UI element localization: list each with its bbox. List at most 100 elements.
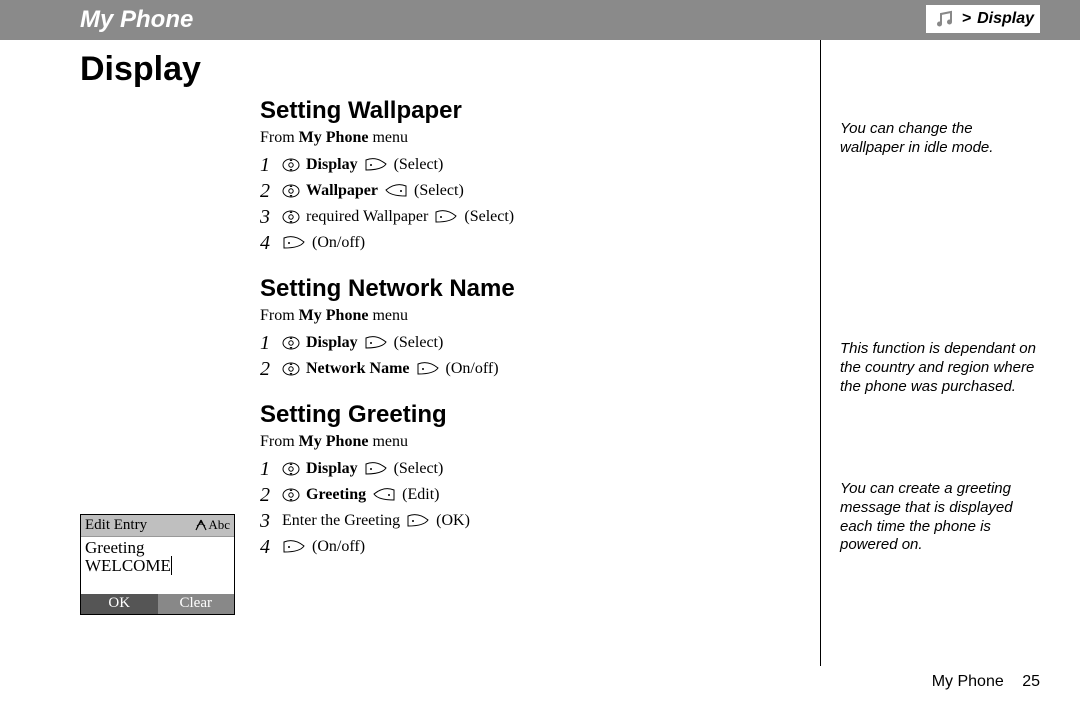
phone-softkeys: OK Clear	[81, 594, 234, 614]
left-softkey-icon	[282, 236, 306, 250]
step-2: 2 Network Name (On/off)	[260, 357, 770, 381]
from-bold: My Phone	[299, 433, 369, 450]
music-note-icon	[932, 7, 956, 31]
step-num: 2	[260, 358, 276, 381]
step-num: 4	[260, 232, 276, 255]
from-bold: My Phone	[299, 129, 369, 146]
left-softkey-icon	[282, 540, 306, 554]
softkey-clear: Clear	[158, 594, 235, 614]
breadcrumb-arrow: >	[962, 10, 971, 28]
step-2: 2 Greeting (Edit)	[260, 483, 770, 507]
header-title: My Phone	[80, 6, 193, 34]
step-action: (On/off)	[446, 360, 499, 378]
from-line: From My Phone menu	[260, 129, 770, 147]
step-num: 3	[260, 206, 276, 229]
step-action: (Select)	[414, 182, 464, 200]
step-target: Display	[306, 460, 358, 478]
side-note-wallpaper: You can change the wallpaper in idle mod…	[840, 120, 1040, 158]
step-action: (Select)	[464, 208, 514, 226]
from-bold: My Phone	[299, 307, 369, 324]
step-action: (Edit)	[402, 486, 439, 504]
text-mode-label: Abc	[208, 518, 230, 532]
from-post: menu	[368, 307, 408, 324]
left-softkey-icon	[364, 158, 388, 172]
right-softkey-icon	[372, 488, 396, 502]
text-mode-icon: Abc	[195, 518, 230, 532]
section-title-wallpaper: Setting Wallpaper	[260, 97, 770, 125]
left-softkey-icon	[416, 362, 440, 376]
step-target: required Wallpaper	[306, 208, 428, 226]
left-softkey-icon	[364, 462, 388, 476]
step-action: (OK)	[436, 512, 470, 530]
nav-pad-icon	[282, 334, 300, 352]
section-wallpaper: Setting Wallpaper From My Phone menu 1 D…	[260, 97, 770, 255]
footer-section: My Phone	[932, 673, 1004, 690]
from-pre: From	[260, 433, 299, 450]
step-target: Enter the Greeting	[282, 512, 400, 530]
phone-line2: WELCOME	[85, 557, 230, 576]
step-action: (Select)	[394, 156, 444, 174]
step-target: Greeting	[306, 486, 366, 504]
step-2: 2 Wallpaper (Select)	[260, 179, 770, 203]
side-note-network: This function is dependant on the countr…	[840, 340, 1040, 396]
phone-line2-text: WELCOME	[85, 556, 171, 575]
step-num: 2	[260, 180, 276, 203]
step-target: Wallpaper	[306, 182, 378, 200]
from-pre: From	[260, 129, 299, 146]
from-line: From My Phone menu	[260, 307, 770, 325]
step-num: 1	[260, 458, 276, 481]
phone-title: Edit Entry	[85, 517, 147, 534]
step-action: (On/off)	[312, 538, 365, 556]
nav-pad-icon	[282, 486, 300, 504]
page-body: Display Setting Wallpaper From My Phone …	[0, 40, 820, 589]
nav-pad-icon	[282, 360, 300, 378]
section-greeting: Setting Greeting From My Phone menu 1 Di…	[260, 401, 770, 559]
footer-page-number: 25	[1022, 673, 1040, 690]
step-num: 1	[260, 332, 276, 355]
step-target: Display	[306, 156, 358, 174]
phone-screenshot: Edit Entry Abc Greeting WELCOME OK Clear	[80, 514, 235, 615]
step-action: (Select)	[394, 460, 444, 478]
column-divider	[820, 40, 821, 666]
breadcrumb-label: Display	[977, 10, 1034, 28]
step-3: 3 required Wallpaper (Select)	[260, 205, 770, 229]
phone-body: Greeting WELCOME	[81, 537, 234, 594]
left-softkey-icon	[406, 514, 430, 528]
step-target: Display	[306, 334, 358, 352]
step-1: 1 Display (Select)	[260, 153, 770, 177]
step-action: (On/off)	[312, 234, 365, 252]
from-pre: From	[260, 307, 299, 324]
nav-pad-icon	[282, 208, 300, 226]
section-title-network: Setting Network Name	[260, 275, 770, 303]
left-softkey-icon	[364, 336, 388, 350]
right-softkey-icon	[384, 184, 408, 198]
footer: My Phone 25	[932, 673, 1040, 691]
from-post: menu	[368, 129, 408, 146]
page-title: Display	[80, 50, 780, 89]
from-post: menu	[368, 433, 408, 450]
softkey-ok: OK	[81, 594, 158, 614]
section-network: Setting Network Name From My Phone menu …	[260, 275, 770, 381]
left-softkey-icon	[434, 210, 458, 224]
step-3: 3 Enter the Greeting (OK)	[260, 509, 770, 533]
step-1: 1 Display (Select)	[260, 331, 770, 355]
section-title-greeting: Setting Greeting	[260, 401, 770, 429]
phone-title-bar: Edit Entry Abc	[81, 515, 234, 537]
nav-pad-icon	[282, 460, 300, 478]
side-notes: You can change the wallpaper in idle mod…	[830, 40, 1060, 60]
step-4: 4 (On/off)	[260, 535, 770, 559]
step-num: 4	[260, 536, 276, 559]
main-content: Setting Wallpaper From My Phone menu 1 D…	[260, 97, 770, 559]
step-num: 3	[260, 510, 276, 533]
header-bar: My Phone	[0, 0, 1080, 40]
step-target: Network Name	[306, 360, 410, 378]
step-1: 1 Display (Select)	[260, 457, 770, 481]
step-num: 1	[260, 154, 276, 177]
side-note-greeting: You can create a greeting message that i…	[840, 480, 1040, 555]
nav-pad-icon	[282, 156, 300, 174]
breadcrumb: > Display	[926, 5, 1040, 33]
cursor-icon	[171, 556, 172, 575]
step-action: (Select)	[394, 334, 444, 352]
from-line: From My Phone menu	[260, 433, 770, 451]
step-num: 2	[260, 484, 276, 507]
